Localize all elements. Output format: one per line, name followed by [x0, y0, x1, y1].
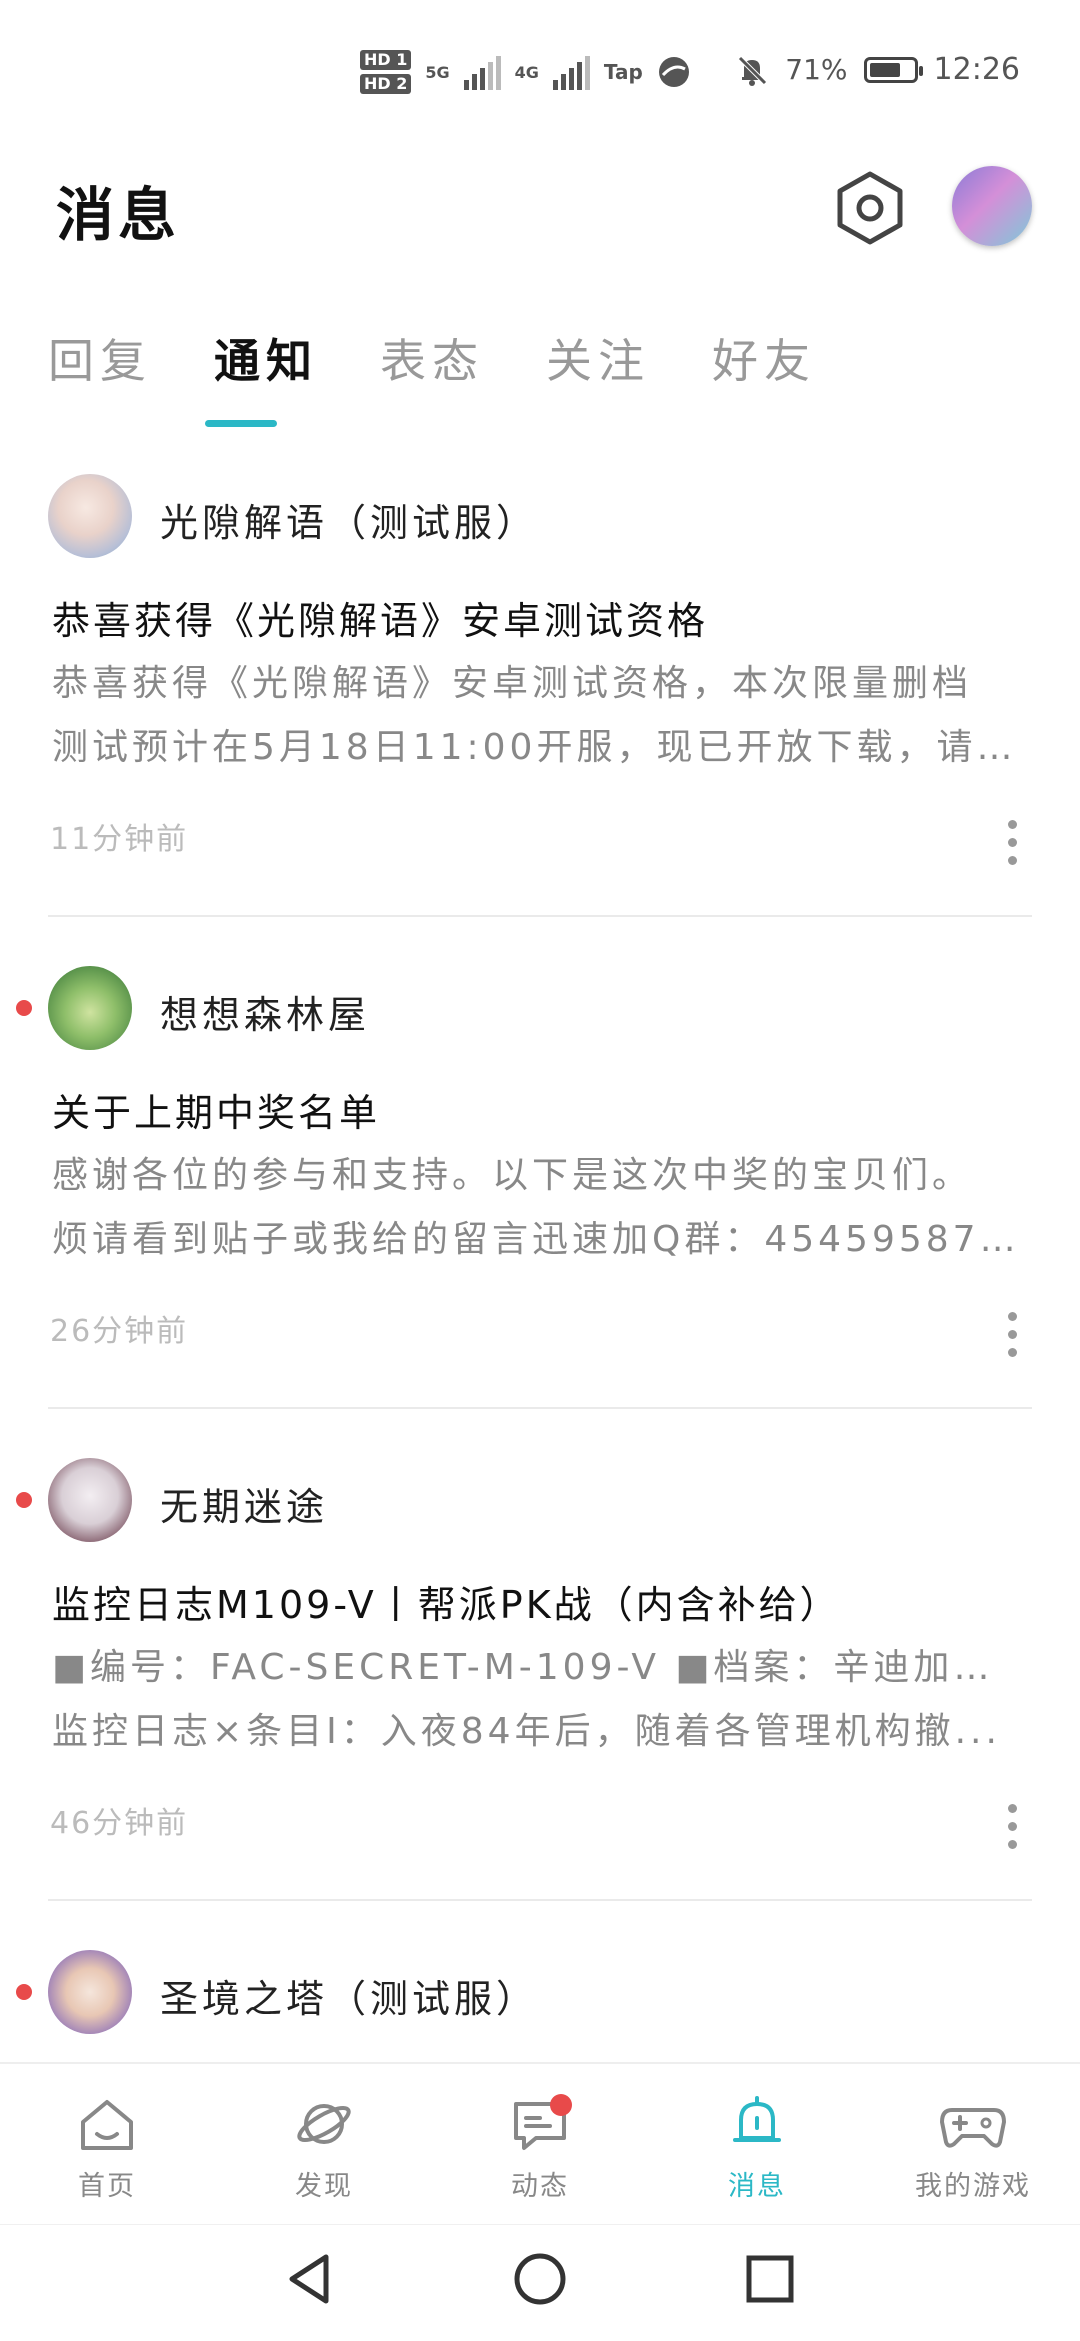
tab-friends[interactable]: 好友: [712, 325, 816, 391]
body-line-1: ■编号：FAC-SECRET-M-109-V ■档案：辛迪加禁闭者: [52, 1647, 1022, 1688]
divider: [48, 915, 1032, 917]
unread-dot: [16, 1492, 32, 1508]
status-left: HD 1 HD 2 5G 4G Tap: [360, 50, 691, 94]
body-line-2: 监控日志×条目Ⅰ：入夜84年后，随着各管理机构撤...: [52, 1711, 1001, 1752]
notification-item-2[interactable]: 想想森林屋 关于上期中奖名单 感谢各位的参与和支持。以下是这次中奖的宝贝们。 烦…: [0, 962, 1080, 1407]
timestamp: 26分钟前: [50, 1314, 189, 1349]
unread-dot: [16, 1000, 32, 1016]
signal-2-icon: [552, 54, 590, 90]
sender-avatar[interactable]: [48, 966, 132, 1050]
nav-home[interactable]: 首页: [27, 2092, 187, 2203]
nav-label: 动态: [511, 2171, 569, 2202]
timestamp: 11分钟前: [50, 822, 189, 857]
body-line-1: 恭喜获得《光隙解语》安卓测试资格，本次限量删档: [52, 663, 973, 704]
status-right: 71% 12:26: [735, 52, 1020, 87]
tab-replies[interactable]: 回复: [48, 325, 152, 391]
more-options-icon[interactable]: [1004, 1804, 1020, 1849]
nav-label: 消息: [728, 2171, 786, 2202]
battery-fill: [869, 62, 900, 77]
hd-indicators: HD 1 HD 2: [360, 50, 412, 94]
sender-name[interactable]: 光隙解语（测试服）: [160, 492, 538, 547]
body-line-2: 烦请看到贴子或我给的留言迅速加Q群：454595873 ...: [52, 1219, 1022, 1260]
notification-title: 关于上期中奖名单: [52, 1091, 381, 1135]
notification-body: 感谢各位的参与和支持。以下是这次中奖的宝贝们。 烦请看到贴子或我给的留言迅速加Q…: [52, 1144, 1022, 1272]
timestamp: 46分钟前: [50, 1806, 189, 1841]
clock: 12:26: [933, 52, 1020, 87]
sender-avatar[interactable]: [48, 474, 132, 558]
net1-label: 5G: [425, 62, 450, 82]
home-icon: [81, 2100, 133, 2150]
bottom-nav: 首页 发现 动态 消息 我的游戏: [0, 2062, 1080, 2226]
settings-hexagon-icon[interactable]: [830, 168, 910, 248]
net2-label: 4G: [514, 62, 539, 82]
nav-label: 首页: [78, 2171, 136, 2202]
browser-icon: [658, 57, 689, 87]
nav-messages[interactable]: 消息: [677, 2092, 837, 2203]
nav-label: 我的游戏: [915, 2171, 1031, 2202]
unread-dot: [16, 1984, 32, 2000]
sender-name[interactable]: 想想森林屋: [160, 984, 370, 1039]
battery-icon: [863, 56, 923, 83]
sender-name[interactable]: 圣境之塔（测试服）: [160, 1968, 538, 2023]
nav-discover[interactable]: 发现: [244, 2092, 404, 2203]
divider: [48, 1899, 1032, 1901]
notification-body: 恭喜获得《光隙解语》安卓测试资格，本次限量删档 测试预计在5月18日11:00开…: [52, 652, 1022, 780]
body-line-2: 测试预计在5月18日11:00开服，现已开放下载，请前...: [52, 727, 1022, 768]
tap-label: Tap: [603, 60, 643, 84]
user-avatar[interactable]: [952, 166, 1032, 246]
nav-label: 发现: [295, 2171, 353, 2202]
battery-percent: 71%: [785, 53, 848, 86]
home-circle-icon[interactable]: [510, 2249, 570, 2309]
tab-active-indicator: [205, 420, 277, 427]
hd2-badge: HD 2: [360, 74, 412, 94]
feed-badge-dot: [550, 2094, 572, 2116]
sender-avatar[interactable]: [48, 1950, 132, 2034]
tab-bar: 回复 通知 表态 关注 好友: [48, 325, 878, 391]
nav-feed[interactable]: 动态: [460, 2092, 620, 2203]
sender-avatar[interactable]: [48, 1458, 132, 1542]
notification-body: ■编号：FAC-SECRET-M-109-V ■档案：辛迪加禁闭者 监控日志×条…: [52, 1636, 1022, 1764]
gamepad-icon: [940, 2108, 1006, 2148]
planet-icon: [297, 2104, 351, 2144]
body-line-1: 感谢各位的参与和支持。以下是这次中奖的宝贝们。: [52, 1155, 973, 1196]
system-nav-bar: [0, 2224, 1080, 2341]
notification-title: 恭喜获得《光隙解语》安卓测试资格: [52, 599, 709, 643]
sender-name[interactable]: 无期迷途: [160, 1476, 328, 1531]
more-options-icon[interactable]: [1004, 1312, 1020, 1357]
mute-bell-icon: [738, 55, 768, 86]
notification-item-1[interactable]: 光隙解语（测试服） 恭喜获得《光隙解语》安卓测试资格 恭喜获得《光隙解语》安卓测…: [0, 470, 1080, 915]
tab-reactions[interactable]: 表态: [380, 325, 484, 391]
notification-item-4[interactable]: 圣境之塔（测试服）: [0, 1946, 1080, 2062]
signal-1-icon: [463, 54, 501, 90]
notification-item-3[interactable]: 无期迷途 监控日志M109-V丨帮派PK战（内含补给） ■编号：FAC-SECR…: [0, 1454, 1080, 1899]
more-options-icon[interactable]: [1004, 820, 1020, 865]
hd1-badge: HD 1: [360, 50, 412, 70]
tab-notifications[interactable]: 通知: [214, 325, 318, 391]
notification-title: 监控日志M109-V丨帮派PK战（内含补给）: [52, 1583, 841, 1627]
nav-my-games[interactable]: 我的游戏: [893, 2092, 1053, 2203]
back-icon[interactable]: [280, 2249, 340, 2309]
tab-follows[interactable]: 关注: [546, 325, 650, 391]
bell-icon: [733, 2096, 781, 2142]
recents-icon[interactable]: [740, 2249, 800, 2309]
status-bar: HD 1 HD 2 5G 4G Tap 71% 12:26: [0, 0, 1080, 150]
divider: [48, 1407, 1032, 1409]
page-title: 消息: [56, 181, 181, 249]
